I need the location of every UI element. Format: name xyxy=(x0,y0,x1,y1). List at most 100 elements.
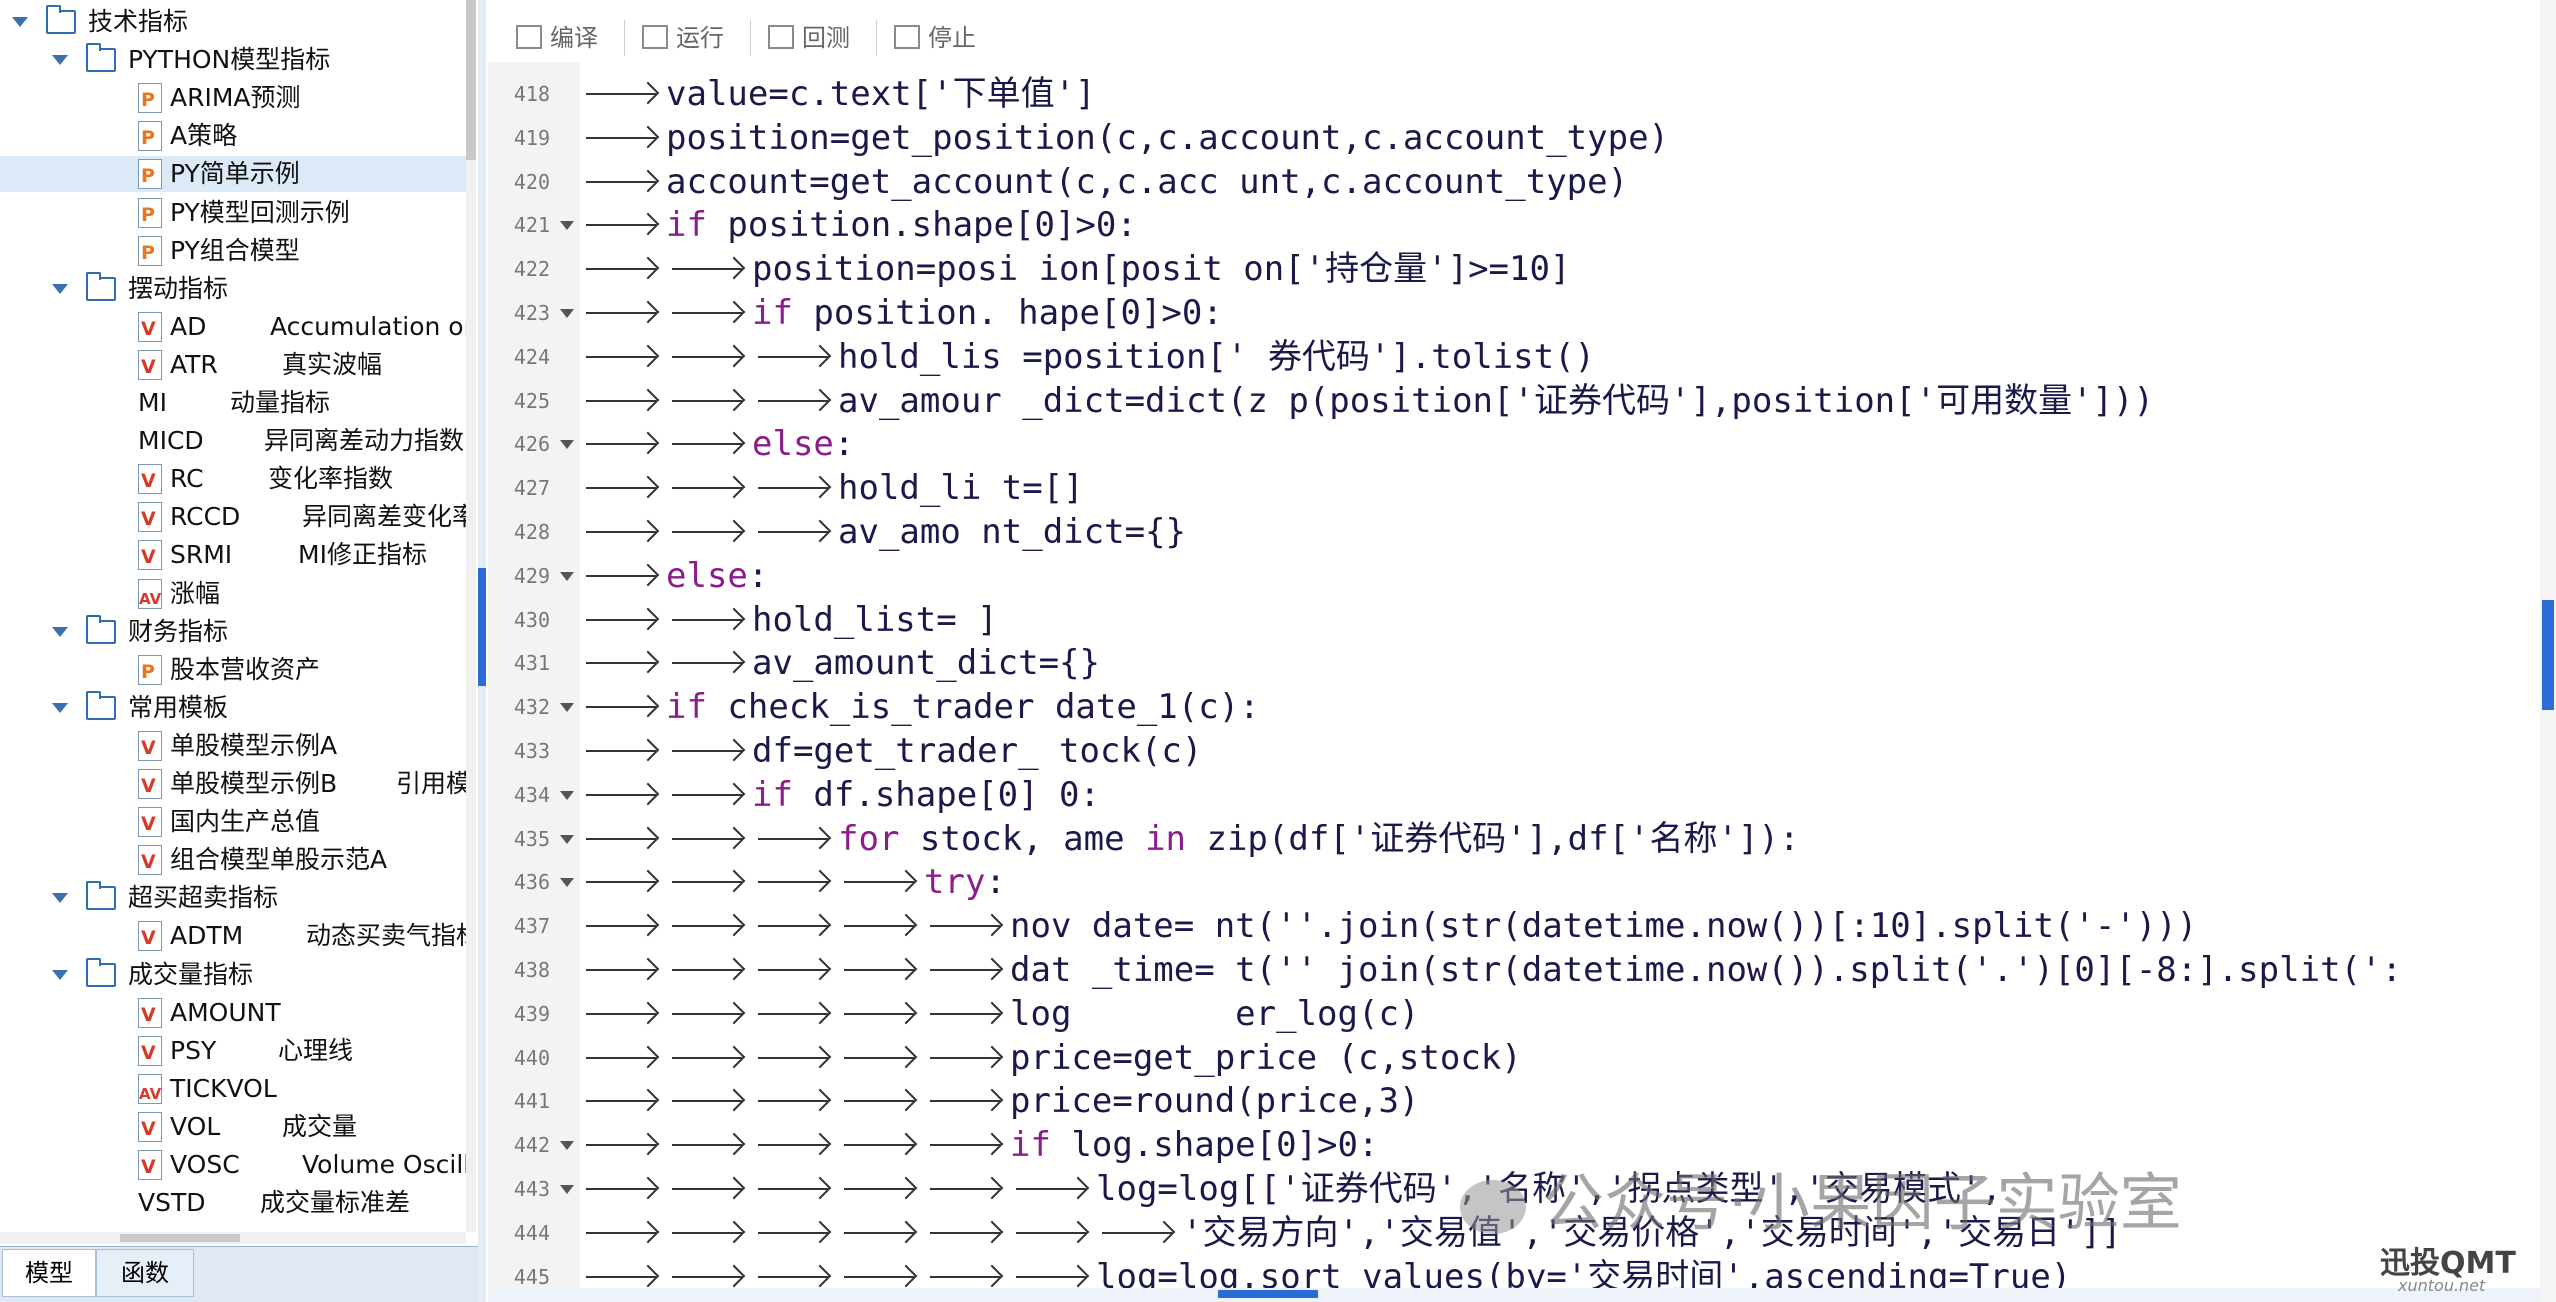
tree-item[interactable]: V 单股模型示例B 引用模 xyxy=(0,766,470,802)
code-line[interactable]: av_amour _dict=dict(z p(position['证券代码']… xyxy=(580,379,2154,423)
tab-marker-icon xyxy=(666,291,752,335)
panel-splitter[interactable] xyxy=(478,0,486,1302)
tree-item[interactable]: V ADTM 动态买卖气指标 xyxy=(0,918,470,954)
tree-item[interactable]: V RCCD 异同离差变化率 xyxy=(0,499,470,535)
keyword-token: try xyxy=(924,862,986,902)
code-line[interactable]: try: xyxy=(580,860,1006,904)
code-line[interactable]: if position. hape[0]>0: xyxy=(580,291,1223,335)
fold-toggle-icon[interactable] xyxy=(560,1185,574,1194)
code-line[interactable]: if check_is_trader date_1(c): xyxy=(580,685,1260,729)
code-line[interactable]: else: xyxy=(580,554,768,598)
tree-item[interactable]: V 单股模型示例A xyxy=(0,728,470,764)
expand-arrow-icon[interactable] xyxy=(52,970,68,980)
tree-item[interactable]: P ARIMA预测 xyxy=(0,80,470,116)
code-area[interactable]: value=c.text['下单值'] position=get_position… xyxy=(580,62,2528,1302)
tree-item[interactable]: V VOL 成交量 xyxy=(0,1109,470,1145)
tree-vertical-scrollbar[interactable] xyxy=(466,0,476,1232)
fold-toggle-icon[interactable] xyxy=(560,791,574,800)
tree-item[interactable]: AV TICKVOL xyxy=(0,1071,470,1107)
tree-item[interactable]: V 国内生产总值 xyxy=(0,804,470,840)
expand-arrow-icon[interactable] xyxy=(52,284,68,294)
code-line[interactable]: log er_log(c) xyxy=(580,992,1419,1036)
tree-item[interactable]: P PY简单示例 xyxy=(0,156,470,192)
code-line[interactable]: for stock, ame in zip(df['证券代码'],df['名称'… xyxy=(580,817,1799,861)
code-line[interactable]: if df.shape[0] 0: xyxy=(580,773,1100,817)
tab-marker-icon xyxy=(666,379,752,423)
code-line[interactable]: price=get_price (c,stock) xyxy=(580,1036,1522,1080)
tree-hscroll-thumb[interactable] xyxy=(120,1234,240,1242)
tree-scroll-thumb[interactable] xyxy=(466,0,476,160)
compile-button[interactable]: 编译 xyxy=(516,18,598,58)
tree-item[interactable]: V AD Accumulation or xyxy=(0,309,470,345)
code-line[interactable]: hold_lis =position[' 券代码'].tolist() xyxy=(580,335,1595,379)
code-line[interactable]: av_amo nt_dict={} xyxy=(580,510,1186,554)
tree-item[interactable]: VMI动量指标 xyxy=(0,385,470,421)
code-line[interactable]: account=get_account(c,c.acc unt,c.accoun… xyxy=(580,160,1628,204)
tree-folder[interactable]: 超买超卖指标 xyxy=(0,880,470,916)
tree-item[interactable]: V ATR 真实波幅 xyxy=(0,347,470,383)
editor-scroll-thumb[interactable] xyxy=(2542,600,2554,710)
tab-model[interactable]: 模型 xyxy=(2,1249,96,1297)
folder-icon xyxy=(86,615,116,644)
stop-button[interactable]: 停止 xyxy=(894,18,976,58)
code-line[interactable]: hold_list= ] xyxy=(580,598,998,642)
tree-item[interactable]: V PSY 心理线 xyxy=(0,1033,470,1069)
tab-marker-icon xyxy=(752,510,838,554)
keyword-token: if xyxy=(1010,1125,1051,1165)
code-line[interactable]: df=get_trader_ tock(c) xyxy=(580,729,1202,773)
tree-folder[interactable]: 成交量指标 xyxy=(0,957,470,993)
run-button[interactable]: 运行 xyxy=(642,18,724,58)
code-line[interactable]: if log.shape[0]>0: xyxy=(580,1123,1378,1167)
fold-toggle-icon[interactable] xyxy=(560,835,574,844)
tree-item[interactable]: AV 涨幅 xyxy=(0,576,470,612)
fold-toggle-icon[interactable] xyxy=(560,572,574,581)
tree-item[interactable]: P A策略 xyxy=(0,118,470,154)
tree-folder[interactable]: 常用模板 xyxy=(0,690,470,726)
code-line[interactable]: nov date= nt(''.join(str(datetime.now())… xyxy=(580,904,2197,948)
tree-folder[interactable]: 技术指标 xyxy=(0,4,470,40)
code-line[interactable]: position=posi ion[posit on['持仓量']>=10] xyxy=(580,247,1570,291)
tree-folder[interactable]: PYTHON模型指标 xyxy=(0,42,470,78)
code-line[interactable]: dat _time= t('' join(str(datetime.now())… xyxy=(580,948,2402,992)
tree-item[interactable]: VVSTD成交量标准差 xyxy=(0,1185,470,1221)
code-line[interactable]: price=round(price,3) xyxy=(580,1079,1419,1123)
expand-arrow-icon[interactable] xyxy=(52,893,68,903)
expand-arrow-icon[interactable] xyxy=(12,17,28,27)
tree-item[interactable]: P 股本营收资产 xyxy=(0,652,470,688)
tree-folder[interactable]: 摆动指标 xyxy=(0,271,470,307)
tree-folder[interactable]: 财务指标 xyxy=(0,614,470,650)
tree-horizontal-scrollbar[interactable] xyxy=(0,1232,466,1244)
code-line[interactable]: position=get_position(c,c.account,c.acco… xyxy=(580,116,1669,160)
code-line[interactable]: value=c.text['下单值'] xyxy=(580,72,1096,116)
fold-toggle-icon[interactable] xyxy=(560,440,574,449)
tree-item-label: RCCD xyxy=(170,502,241,531)
editor-hscroll-thumb[interactable] xyxy=(1218,1290,1318,1298)
code-line[interactable]: if position.shape[0]>0: xyxy=(580,203,1137,247)
tree-item[interactable]: VMICD异同离差动力指数 xyxy=(0,423,470,459)
fold-toggle-icon[interactable] xyxy=(560,1141,574,1150)
tree-item[interactable]: V VOSC Volume Oscilla xyxy=(0,1147,470,1183)
tree-item[interactable]: V SRMI MI修正指标 xyxy=(0,537,470,573)
tree-item[interactable]: P PY模型回测示例 xyxy=(0,195,470,231)
code-line[interactable]: hold_li t=[] xyxy=(580,466,1084,510)
expand-arrow-icon[interactable] xyxy=(52,703,68,713)
backtest-button[interactable]: 回测 xyxy=(768,18,850,58)
code-line[interactable]: else: xyxy=(580,422,854,466)
collapse-left-panel-handle[interactable] xyxy=(478,568,486,686)
tree-item[interactable]: P PY组合模型 xyxy=(0,233,470,269)
editor-horizontal-scrollbar[interactable] xyxy=(488,1288,2540,1302)
fold-toggle-icon[interactable] xyxy=(560,703,574,712)
tab-functions[interactable]: 函数 xyxy=(96,1249,194,1297)
fold-toggle-icon[interactable] xyxy=(560,221,574,230)
fold-toggle-icon[interactable] xyxy=(560,878,574,887)
tab-marker-icon xyxy=(838,992,924,1036)
tree-item[interactable]: V RC 变化率指数 xyxy=(0,461,470,497)
tree-item[interactable]: V 组合模型单股示范A xyxy=(0,842,470,878)
editor-vertical-scrollbar[interactable] xyxy=(2540,0,2556,1302)
tree-item-label: 单股模型示例A xyxy=(170,731,338,760)
code-line[interactable]: av_amount_dict={} xyxy=(580,641,1100,685)
fold-toggle-icon[interactable] xyxy=(560,309,574,318)
expand-arrow-icon[interactable] xyxy=(52,627,68,637)
tree-item[interactable]: V AMOUNT xyxy=(0,995,470,1031)
expand-arrow-icon[interactable] xyxy=(52,55,68,65)
